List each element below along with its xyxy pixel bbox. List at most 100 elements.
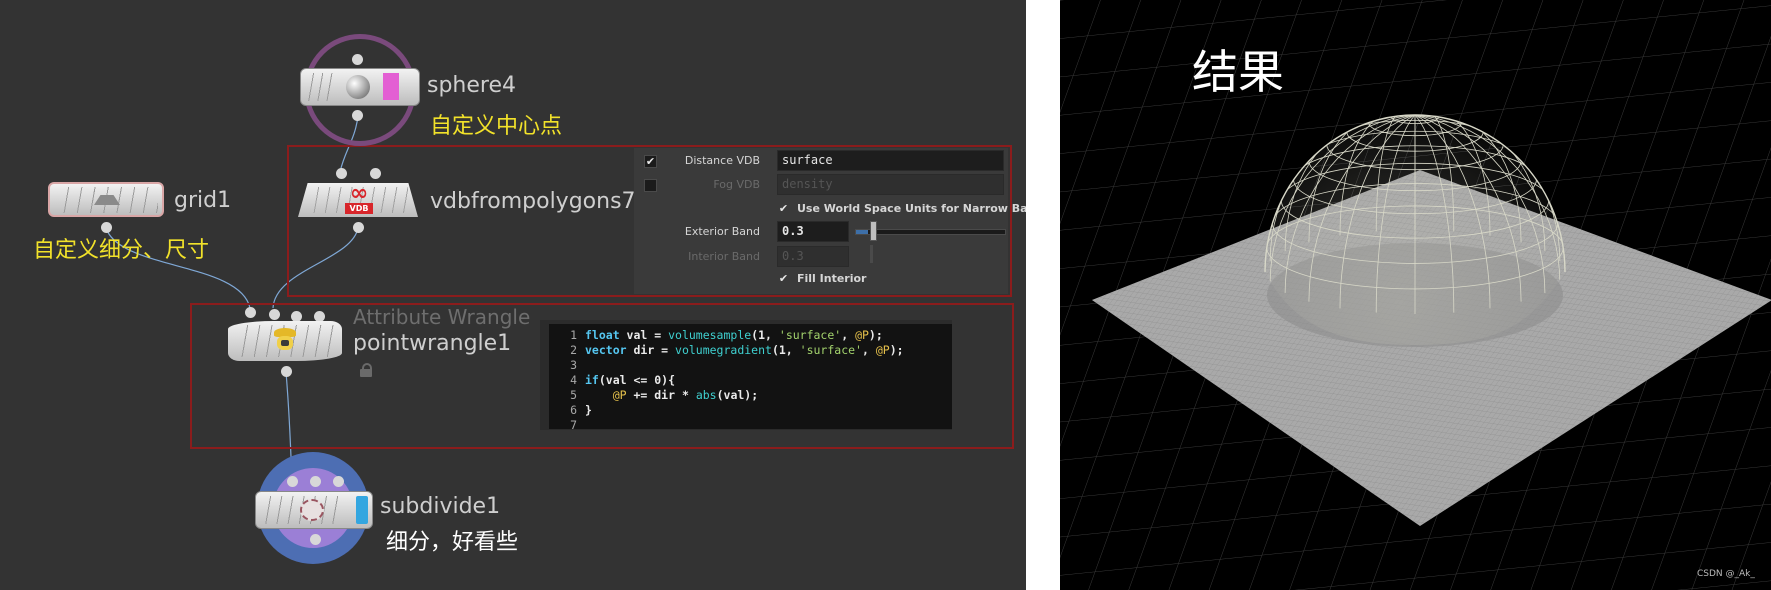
code-line[interactable]: 5 @P += dir * abs(val); bbox=[549, 388, 758, 403]
subdivide-input-connector-2[interactable] bbox=[310, 476, 321, 487]
code-token: (val); bbox=[716, 388, 759, 402]
code-token: ); bbox=[868, 328, 883, 342]
exterior-band-slider-track[interactable] bbox=[855, 229, 1006, 235]
fog-vdb-checkbox[interactable] bbox=[644, 179, 657, 192]
subdivide-output-connector[interactable] bbox=[310, 534, 321, 545]
sphere-flag[interactable] bbox=[383, 73, 399, 100]
node-network-pane[interactable]: sphere4 自定义中心点 ∞ VDB vdbfrompolygons7 gr… bbox=[0, 0, 1026, 590]
sphere-input-connector[interactable] bbox=[352, 54, 363, 65]
wrangle-output-connector[interactable] bbox=[281, 366, 292, 377]
code-token: (val <= 0){ bbox=[598, 373, 676, 387]
interior-band-label: Interior Band bbox=[688, 250, 760, 263]
grid-note: 自定义细分、尺寸 bbox=[33, 238, 210, 263]
world-space-label: Use World Space Units for Narrow Band bbox=[797, 202, 1026, 215]
subdivide-input-connector-3[interactable] bbox=[333, 476, 344, 487]
lock-icon[interactable] bbox=[359, 363, 373, 377]
code-token: += dir * bbox=[626, 388, 696, 402]
subdivide-node-name: subdivide1 bbox=[380, 494, 501, 519]
viewport-canvas bbox=[1060, 0, 1771, 590]
sphere-node[interactable] bbox=[300, 32, 420, 146]
code-token: (1, bbox=[771, 343, 800, 357]
wrangle-cowboy-icon bbox=[272, 328, 298, 352]
distance-vdb-checkbox[interactable]: ✔ bbox=[644, 155, 657, 168]
csdn-watermark: CSDN @_Ak_ bbox=[1697, 569, 1755, 579]
wrangle-node-name: pointwrangle1 bbox=[353, 331, 512, 356]
sphere-node-body bbox=[300, 68, 420, 106]
subdivide-flag[interactable] bbox=[356, 496, 368, 524]
subdivide-node[interactable] bbox=[253, 450, 373, 568]
code-token: } bbox=[585, 403, 592, 417]
subdivide-icon bbox=[300, 499, 324, 521]
code-token: , bbox=[861, 343, 876, 357]
interior-band-slider-handle[interactable] bbox=[870, 245, 873, 263]
vex-code-editor[interactable]: 1 float val = volumesample(1, 'surface', … bbox=[549, 324, 952, 432]
code-token: dir = bbox=[626, 343, 676, 357]
line-number: 2 bbox=[570, 343, 577, 357]
sphere-output-connector[interactable] bbox=[352, 110, 363, 121]
code-line[interactable]: 1 float val = volumesample(1, 'surface', … bbox=[549, 328, 883, 343]
wrangle-input-connector-1[interactable] bbox=[245, 307, 256, 318]
wrangle-node-type: Attribute Wrangle bbox=[353, 305, 531, 329]
vdb-output-connector[interactable] bbox=[353, 222, 364, 233]
wrangle-node-body bbox=[228, 321, 342, 361]
wrangle-input-connector-2[interactable] bbox=[269, 309, 280, 320]
fill-interior-checkbox[interactable]: ✔ bbox=[777, 273, 790, 286]
line-number: 3 bbox=[570, 358, 577, 372]
sphere-icon bbox=[346, 75, 370, 99]
exterior-band-label: Exterior Band bbox=[684, 225, 760, 238]
wrangle-node[interactable] bbox=[226, 305, 346, 377]
exterior-band-slider-handle[interactable] bbox=[870, 221, 877, 241]
code-token: volumegradient bbox=[675, 343, 772, 357]
viewport-pane[interactable]: 结果 CSDN @_Ak_ bbox=[1060, 0, 1771, 590]
line-number: 1 bbox=[570, 328, 577, 342]
code-token: float bbox=[585, 328, 620, 342]
world-space-checkbox[interactable]: ✔ bbox=[777, 203, 790, 216]
grid-node-body bbox=[48, 182, 164, 217]
vdb-node-body: ∞ VDB bbox=[298, 183, 418, 217]
subdivide-node-body bbox=[255, 491, 373, 529]
subdivide-input-connector-1[interactable] bbox=[287, 476, 298, 487]
code-token: abs bbox=[695, 388, 717, 402]
line-number: 4 bbox=[570, 373, 577, 387]
vdb-input-connector-1[interactable] bbox=[336, 168, 347, 179]
code-line[interactable]: 6} bbox=[549, 403, 592, 418]
vdb-node[interactable]: ∞ VDB bbox=[298, 168, 420, 234]
subdivide-note: 细分，好看些 bbox=[386, 530, 519, 555]
vdb-parameter-panel: ✔ Distance VDB surface Fog VDB density ✔… bbox=[634, 148, 1026, 294]
code-token: 'surface' bbox=[799, 343, 862, 357]
code-line[interactable]: 2 vector dir = volumegradient(1, 'surface… bbox=[549, 343, 904, 358]
distance-vdb-field[interactable]: surface bbox=[777, 150, 1004, 171]
fill-interior-label: Fill Interior bbox=[797, 272, 867, 285]
code-line[interactable]: 7 bbox=[549, 418, 585, 433]
code-token: if bbox=[585, 373, 599, 387]
line-number: 7 bbox=[570, 418, 577, 432]
code-token: 'surface' bbox=[778, 328, 842, 342]
code-token: (1, bbox=[751, 328, 779, 342]
grid-node-name: grid1 bbox=[174, 188, 232, 213]
code-token: , bbox=[841, 328, 856, 342]
code-line[interactable]: 4 if(val <= 0){ bbox=[549, 373, 675, 388]
vdb-input-connector-2[interactable] bbox=[370, 168, 381, 179]
fog-vdb-label: Fog VDB bbox=[713, 178, 760, 191]
exterior-band-field[interactable]: 0.3 bbox=[777, 221, 849, 242]
distance-vdb-label: Distance VDB bbox=[684, 154, 760, 167]
code-token: @P bbox=[875, 343, 890, 357]
vdb-node-name: vdbfrompolygons7 bbox=[430, 189, 636, 214]
code-token: @P bbox=[612, 388, 627, 402]
exterior-band-slider-fill bbox=[856, 230, 868, 234]
line-number: 5 bbox=[570, 388, 577, 402]
node-stripes bbox=[305, 73, 335, 101]
interior-band-field[interactable]: 0.3 bbox=[777, 246, 849, 267]
grid-node[interactable] bbox=[48, 182, 166, 233]
vdb-icon-label: VDB bbox=[345, 203, 373, 214]
sphere-node-name: sphere4 bbox=[427, 73, 516, 98]
line-number: 6 bbox=[570, 403, 577, 417]
code-token: volumesample bbox=[668, 328, 752, 342]
code-line[interactable]: 3 bbox=[549, 358, 585, 373]
code-token: ); bbox=[889, 343, 904, 357]
fog-vdb-field[interactable]: density bbox=[777, 174, 1004, 195]
viewport-title: 结果 bbox=[1192, 45, 1284, 99]
vdb-infinity-icon: ∞ bbox=[349, 181, 369, 206]
pane-separator bbox=[1026, 0, 1060, 590]
